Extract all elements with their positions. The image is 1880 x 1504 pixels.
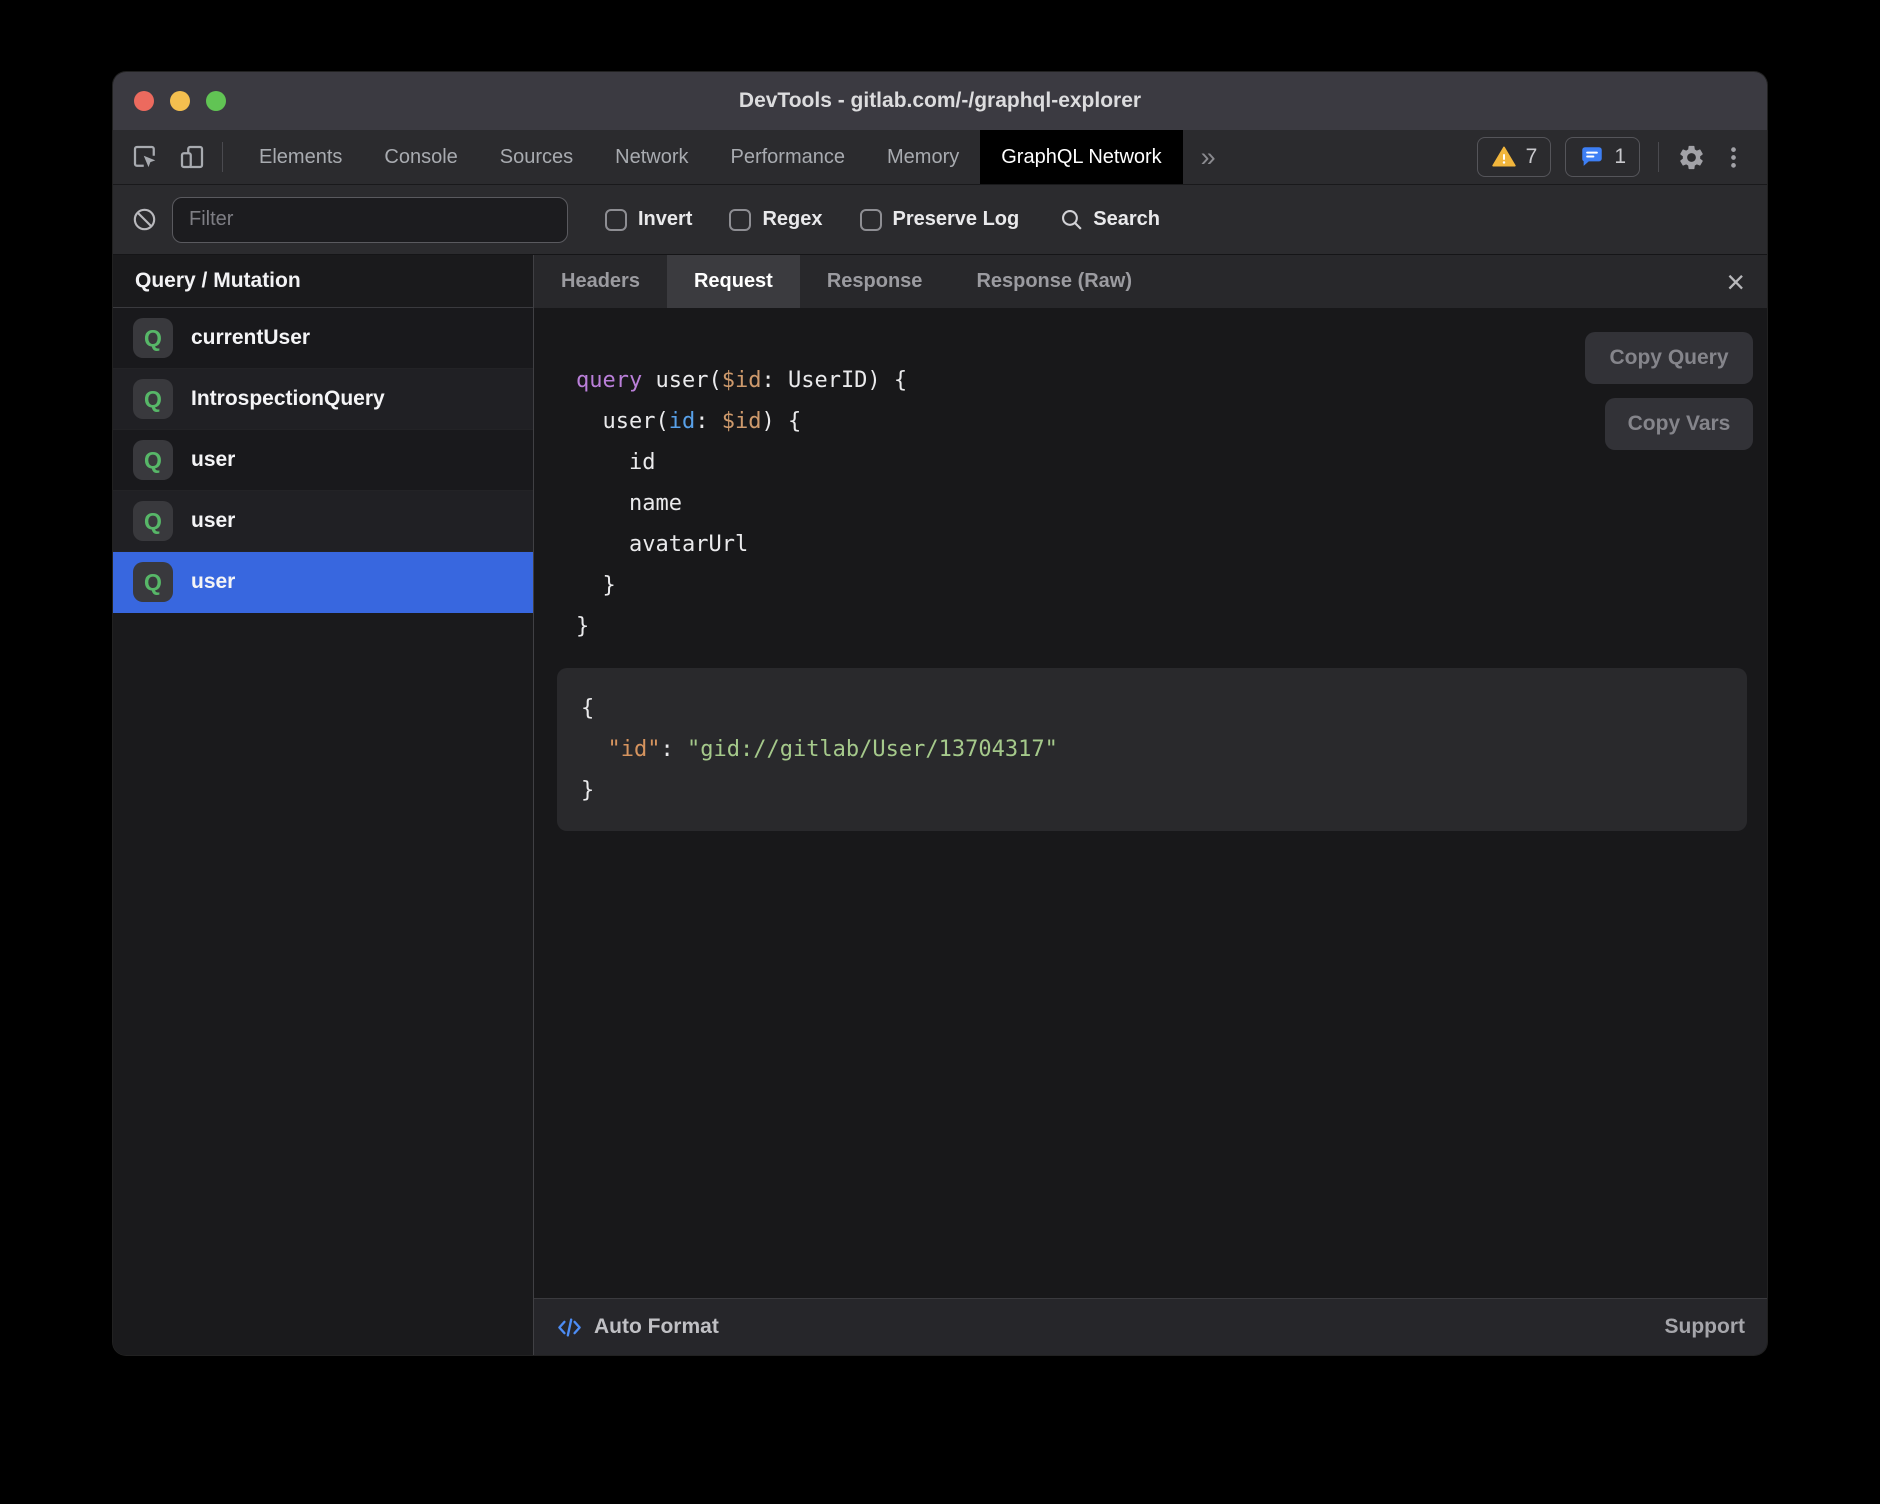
tab-response-raw[interactable]: Response (Raw) bbox=[949, 255, 1159, 308]
tab-request[interactable]: Request bbox=[667, 255, 800, 308]
code-text: : bbox=[695, 409, 722, 434]
support-link[interactable]: Support bbox=[1665, 1315, 1745, 1339]
regex-checkbox-group: Regex bbox=[729, 208, 822, 231]
list-item[interactable]: Q IntrospectionQuery bbox=[113, 369, 533, 430]
window-title: DevTools - gitlab.com/-/graphql-explorer bbox=[113, 89, 1767, 113]
vars-key: "id" bbox=[581, 737, 660, 762]
code-format-icon bbox=[556, 1314, 583, 1341]
code-field: avatarUrl bbox=[576, 532, 748, 557]
message-icon bbox=[1579, 144, 1605, 170]
warning-count: 7 bbox=[1526, 145, 1538, 169]
request-code-area: query user($id: UserID) { user(id: $id) … bbox=[534, 308, 1767, 1298]
query-name: user bbox=[191, 509, 235, 533]
code-text: user( bbox=[642, 368, 721, 393]
warning-icon bbox=[1491, 144, 1517, 170]
close-window-button[interactable] bbox=[134, 91, 154, 111]
code-variable: $id bbox=[722, 368, 762, 393]
tab-performance[interactable]: Performance bbox=[710, 130, 867, 184]
query-type-badge: Q bbox=[133, 318, 173, 358]
device-toolbar-icon[interactable] bbox=[177, 142, 207, 172]
badge-separator bbox=[1658, 142, 1659, 172]
tab-response[interactable]: Response bbox=[800, 255, 950, 308]
more-tabs-chevron[interactable]: » bbox=[1183, 130, 1234, 184]
query-name: user bbox=[191, 570, 235, 594]
block-requests-icon[interactable] bbox=[131, 206, 158, 233]
inspect-element-icon[interactable] bbox=[130, 142, 160, 172]
filter-input[interactable] bbox=[172, 197, 568, 243]
list-item-selected[interactable]: Q user bbox=[113, 552, 533, 613]
invert-label: Invert bbox=[638, 208, 692, 231]
preserve-log-checkbox[interactable] bbox=[860, 209, 882, 231]
code-text: : UserID) { bbox=[761, 368, 907, 393]
tab-console[interactable]: Console bbox=[363, 130, 478, 184]
sidebar-header: Query / Mutation bbox=[113, 255, 533, 308]
code-text: ) { bbox=[761, 409, 801, 434]
list-item[interactable]: Q user bbox=[113, 491, 533, 552]
query-list-sidebar: Query / Mutation Q currentUser Q Introsp… bbox=[113, 255, 534, 1355]
vars-text: : bbox=[660, 737, 687, 762]
code-keyword: query bbox=[576, 368, 642, 393]
search-icon bbox=[1059, 207, 1084, 232]
tab-graphql-network[interactable]: GraphQL Network bbox=[980, 130, 1182, 184]
content-area: Query / Mutation Q currentUser Q Introsp… bbox=[113, 255, 1767, 1355]
toolbar-separator bbox=[222, 142, 223, 172]
filter-bar: Invert Regex Preserve Log Search bbox=[113, 185, 1767, 255]
settings-gear-icon[interactable] bbox=[1677, 143, 1706, 172]
code-argument: id bbox=[669, 409, 696, 434]
invert-checkbox-group: Invert bbox=[605, 208, 692, 231]
detail-tabbar: Headers Request Response Response (Raw) … bbox=[534, 255, 1767, 308]
close-panel-icon[interactable]: × bbox=[1726, 266, 1745, 298]
regex-checkbox[interactable] bbox=[729, 209, 751, 231]
search-group[interactable]: Search bbox=[1059, 207, 1160, 232]
titlebar: DevTools - gitlab.com/-/graphql-explorer bbox=[113, 72, 1767, 130]
tab-network[interactable]: Network bbox=[594, 130, 709, 184]
preserve-log-checkbox-group: Preserve Log bbox=[860, 208, 1020, 231]
copy-vars-button[interactable]: Copy Vars bbox=[1605, 398, 1753, 450]
preserve-log-label: Preserve Log bbox=[893, 208, 1020, 231]
auto-format-button[interactable]: Auto Format bbox=[594, 1315, 719, 1339]
code-field: id bbox=[576, 450, 655, 475]
query-type-badge: Q bbox=[133, 379, 173, 419]
list-item[interactable]: Q currentUser bbox=[113, 308, 533, 369]
query-name: IntrospectionQuery bbox=[191, 387, 385, 411]
graphql-query-code: query user($id: UserID) { user(id: $id) … bbox=[534, 308, 1767, 647]
message-count: 1 bbox=[1614, 145, 1626, 169]
query-name: user bbox=[191, 448, 235, 472]
query-variables-box: { "id": "gid://gitlab/User/13704317"} bbox=[557, 668, 1747, 831]
query-type-badge: Q bbox=[133, 440, 173, 480]
minimize-window-button[interactable] bbox=[170, 91, 190, 111]
invert-checkbox[interactable] bbox=[605, 209, 627, 231]
code-field: name bbox=[576, 491, 682, 516]
toolbar-right: 7 1 bbox=[1477, 130, 1767, 184]
list-item[interactable]: Q user bbox=[113, 430, 533, 491]
tab-memory[interactable]: Memory bbox=[866, 130, 980, 184]
zoom-window-button[interactable] bbox=[206, 91, 226, 111]
devtools-tabbar: Elements Console Sources Network Perform… bbox=[113, 130, 1767, 185]
kebab-menu-icon[interactable] bbox=[1720, 144, 1747, 171]
code-text: } bbox=[576, 614, 589, 639]
panel-footer: Auto Format Support bbox=[534, 1298, 1767, 1355]
vars-text: { bbox=[581, 696, 594, 721]
toolbar-left-icons bbox=[113, 130, 207, 184]
tab-headers[interactable]: Headers bbox=[534, 255, 667, 308]
messages-badge[interactable]: 1 bbox=[1565, 137, 1640, 177]
vars-value: "gid://gitlab/User/13704317" bbox=[687, 737, 1058, 762]
vars-text: } bbox=[581, 778, 594, 803]
tab-elements[interactable]: Elements bbox=[238, 130, 363, 184]
regex-label: Regex bbox=[762, 208, 822, 231]
request-detail-panel: Headers Request Response Response (Raw) … bbox=[534, 255, 1767, 1355]
code-variable: $id bbox=[722, 409, 762, 434]
query-type-badge: Q bbox=[133, 562, 173, 602]
query-type-badge: Q bbox=[133, 501, 173, 541]
copy-query-button[interactable]: Copy Query bbox=[1585, 332, 1753, 384]
query-name: currentUser bbox=[191, 326, 310, 350]
warnings-badge[interactable]: 7 bbox=[1477, 137, 1552, 177]
devtools-window: DevTools - gitlab.com/-/graphql-explorer… bbox=[113, 72, 1767, 1355]
tab-sources[interactable]: Sources bbox=[479, 130, 594, 184]
traffic-lights bbox=[134, 91, 226, 111]
code-text: } bbox=[576, 573, 616, 598]
code-text: user( bbox=[576, 409, 669, 434]
search-label: Search bbox=[1093, 208, 1160, 231]
